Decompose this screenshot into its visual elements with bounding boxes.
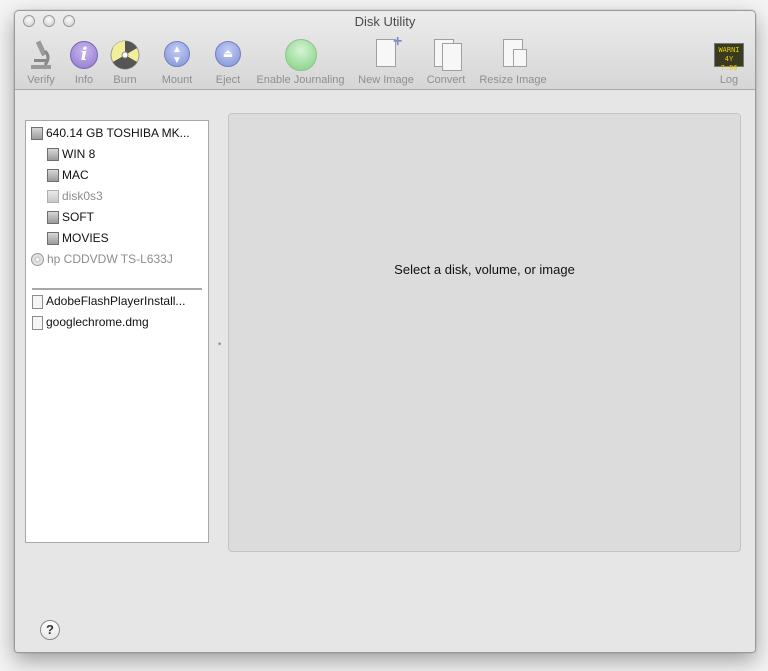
log-display-line-2: 4Y 7:86 [720, 55, 738, 72]
detail-pane: Select a disk, volume, or image [228, 113, 741, 552]
sidebar-item-label: WIN 8 [62, 147, 96, 161]
mount-button[interactable]: ▲ ▼ Mount [157, 39, 197, 86]
log-button[interactable]: WARNI 4Y 7:86 Log [712, 39, 746, 86]
sidebar-item-label: hp CDDVDW TS-L633J [47, 252, 173, 266]
info-icon: i [70, 41, 98, 69]
eject-label: Eject [215, 74, 241, 86]
resize-image-label: Resize Image [479, 74, 547, 86]
help-button[interactable]: ? [40, 620, 60, 640]
burn-icon [110, 40, 140, 70]
sidebar-item-label: SOFT [62, 210, 94, 224]
hard-disk-icon [31, 127, 43, 141]
convert-label: Convert [426, 74, 466, 86]
volume-icon [47, 148, 59, 162]
new-image-button[interactable]: + New Image [355, 33, 417, 86]
volume-icon [47, 232, 59, 246]
mount-icon: ▲ ▼ [164, 41, 190, 67]
log-display-line-1: WARNI [718, 46, 740, 54]
convert-button[interactable]: Convert [423, 39, 469, 86]
burn-label: Burn [113, 74, 137, 86]
burn-button[interactable]: Burn [108, 39, 142, 86]
sidebar-item-label: disk0s3 [62, 189, 103, 203]
main-area: 640.14 GB TOSHIBA MK... WIN 8 MAC disk0s… [15, 90, 755, 652]
mount-label: Mount [161, 74, 193, 86]
sidebar-item-adobe-flash-image[interactable]: AdobeFlashPlayerInstall... [32, 291, 185, 311]
eject-icon: ⏏ [215, 41, 241, 67]
log-label: Log [719, 74, 739, 86]
sidebar-item-label: MAC [62, 168, 89, 182]
new-image-label: New Image [358, 74, 414, 86]
sidebar-item-disk0s3[interactable]: disk0s3 [47, 186, 103, 206]
sidebar-item-toshiba[interactable]: 640.14 GB TOSHIBA MK... [31, 123, 190, 143]
disk-image-icon [32, 294, 43, 309]
optical-drive-icon [31, 253, 44, 267]
enable-journaling-label: Enable Journaling [256, 74, 345, 86]
journal-icon [284, 39, 317, 71]
volume-icon [47, 169, 59, 183]
info-button[interactable]: i Info [67, 39, 101, 86]
new-image-icon: + [355, 33, 417, 71]
sidebar-item-movies[interactable]: MOVIES [47, 228, 109, 248]
volume-icon [47, 190, 59, 204]
sidebar-item-cddvd[interactable]: hp CDDVDW TS-L633J [31, 249, 173, 269]
sidebar-item-label: MOVIES [62, 231, 109, 245]
microscope-icon [31, 40, 51, 69]
disk-image-icon [32, 315, 43, 330]
detail-placeholder-message: Select a disk, volume, or image [394, 262, 575, 277]
sidebar-item-win8[interactable]: WIN 8 [47, 144, 95, 164]
sidebar-item-soft[interactable]: SOFT [47, 207, 94, 227]
info-label: Info [74, 74, 94, 86]
verify-button[interactable]: Verify [22, 39, 60, 86]
resize-image-button[interactable]: Resize Image [477, 39, 549, 86]
resize-image-icon [477, 39, 549, 71]
eject-button[interactable]: ⏏ Eject [211, 39, 245, 86]
device-sidebar[interactable]: 640.14 GB TOSHIBA MK... WIN 8 MAC disk0s… [25, 120, 209, 543]
sidebar-item-googlechrome-dmg[interactable]: googlechrome.dmg [32, 312, 149, 332]
verify-label: Verify [27, 74, 55, 86]
disk-utility-window: Disk Utility Verify i Info Burn ▲ ▼ Moun… [14, 10, 756, 653]
sidebar-item-mac[interactable]: MAC [47, 165, 89, 185]
sidebar-item-label: googlechrome.dmg [46, 315, 149, 329]
sidebar-item-label: 640.14 GB TOSHIBA MK... [46, 126, 190, 140]
toolbar: Disk Utility Verify i Info Burn ▲ ▼ Moun… [15, 11, 755, 90]
convert-icon [423, 39, 469, 71]
enable-journaling-button[interactable]: Enable Journaling [253, 39, 348, 86]
split-view-handle[interactable]: • [218, 339, 221, 349]
volume-icon [47, 211, 59, 225]
sidebar-item-label: AdobeFlashPlayerInstall... [46, 294, 186, 308]
sidebar-separator [32, 288, 202, 290]
log-icon: WARNI 4Y 7:86 [714, 43, 744, 72]
window-title: Disk Utility [354, 14, 416, 29]
